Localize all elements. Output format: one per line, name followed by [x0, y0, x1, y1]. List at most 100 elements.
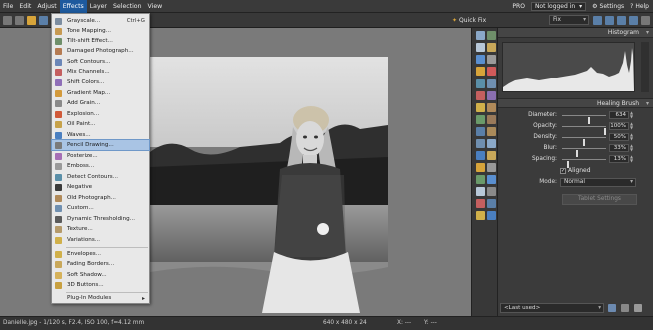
menu-item-soft-contours[interactable]: Soft Contours...	[52, 57, 149, 67]
smudge-tool-icon[interactable]	[476, 139, 485, 148]
menu-item-explosion[interactable]: Explosion...	[52, 109, 149, 119]
zoom-tool-icon[interactable]	[487, 55, 496, 64]
healing-brush-header[interactable]: Healing Brush ▾	[498, 98, 653, 108]
param-value-field[interactable]: 13%	[609, 155, 629, 163]
menu-item-tilt-shift[interactable]: Tilt-shift Effect...	[52, 36, 149, 46]
line-tool-icon[interactable]	[476, 163, 485, 172]
text-tool-icon[interactable]	[476, 103, 485, 112]
brush-tool-icon[interactable]	[476, 67, 485, 76]
param-value-field[interactable]: 50%	[609, 133, 629, 141]
dodge-tool-icon[interactable]	[476, 127, 485, 136]
fix-select[interactable]: Fix	[549, 15, 589, 25]
menu-item-old-photograph[interactable]: Old Photograph...	[52, 193, 149, 203]
rotate-tool-icon[interactable]	[487, 163, 496, 172]
blur-tool-icon[interactable]	[476, 151, 485, 160]
gradient-tool-icon[interactable]	[487, 79, 496, 88]
magic-wand-icon[interactable]	[476, 55, 485, 64]
menu-selection[interactable]: Selection	[110, 0, 145, 13]
save-icon[interactable]	[39, 15, 48, 25]
help-button[interactable]: ? Help	[630, 3, 649, 10]
menu-item-negative[interactable]: Negative	[52, 182, 149, 192]
back-icon[interactable]	[3, 15, 12, 25]
crop-tool-icon[interactable]	[476, 31, 485, 40]
spinner-icon[interactable]: ▲ ▼	[630, 144, 635, 152]
mode-select[interactable]: Normal	[560, 178, 636, 187]
delete-preset-icon[interactable]	[621, 304, 629, 312]
menu-item-gradient-map[interactable]: Gradient Map...	[52, 88, 149, 98]
menu-item-custom[interactable]: Custom...	[52, 203, 149, 213]
open-folder-icon[interactable]	[27, 15, 36, 25]
menu-item-detect-contours[interactable]: Detect Contours...	[52, 172, 149, 182]
spinner-icon[interactable]: ▲ ▼	[630, 133, 635, 141]
chevron-down-icon[interactable]: ▾	[646, 99, 649, 109]
menu-effects[interactable]: Effects	[59, 0, 87, 13]
spinner-icon[interactable]: ▲ ▼	[630, 111, 635, 119]
param-slider[interactable]	[562, 148, 606, 157]
histogram-scrollbar[interactable]	[641, 42, 649, 92]
spinner-icon[interactable]: ▲ ▼	[630, 155, 635, 163]
menu-item-envelopes[interactable]: Envelopes...	[52, 249, 149, 259]
param-slider[interactable]	[562, 137, 606, 146]
zoom-out-icon[interactable]	[605, 16, 614, 25]
shape-tool-icon[interactable]	[487, 103, 496, 112]
tablet-settings-button[interactable]: Tablet Settings	[562, 194, 637, 205]
actual-size-icon[interactable]	[629, 16, 638, 25]
menu-item-mix-channels[interactable]: Mix Channels...	[52, 67, 149, 77]
checkmark-icon[interactable]: ✓	[560, 167, 566, 174]
menu-item-grayscale[interactable]: Grayscale... Ctrl+G	[52, 16, 149, 26]
swap-colors-icon[interactable]	[476, 211, 485, 220]
burn-tool-icon[interactable]	[487, 127, 496, 136]
reset-icon[interactable]	[634, 304, 642, 312]
fit-window-icon[interactable]	[617, 16, 626, 25]
fill-tool-icon[interactable]	[476, 79, 485, 88]
straighten-tool-icon[interactable]	[487, 175, 496, 184]
settings-button[interactable]: ⚙ Settings	[592, 3, 624, 10]
clone-tool-icon[interactable]	[487, 91, 496, 100]
color-picker-icon[interactable]	[487, 151, 496, 160]
forward-icon[interactable]	[15, 15, 24, 25]
menu-item-texture[interactable]: Texture...	[52, 224, 149, 234]
chevron-down-icon[interactable]: ▾	[646, 28, 649, 38]
fullscreen-icon[interactable]	[641, 16, 650, 25]
menu-edit[interactable]: Edit	[16, 0, 34, 13]
menu-item-tone-mapping[interactable]: Tone Mapping...	[52, 26, 149, 36]
zoom-in-icon[interactable]	[593, 16, 602, 25]
menu-item-fading-borders[interactable]: Fading Borders...	[52, 259, 149, 269]
menu-item-3d-buttons[interactable]: 3D Buttons...	[52, 280, 149, 290]
menu-item-posterize[interactable]: Posterize...	[52, 151, 149, 161]
hand-tool-icon[interactable]	[476, 187, 485, 196]
menu-item-dynamic-thresholding[interactable]: Dynamic Thresholding...	[52, 214, 149, 224]
pencil-tool-icon[interactable]	[487, 115, 496, 124]
histogram-header[interactable]: Histogram ▾	[498, 28, 653, 38]
move-tool-icon[interactable]	[487, 31, 496, 40]
lasso-tool-icon[interactable]	[487, 43, 496, 52]
param-slider[interactable]	[562, 115, 606, 124]
background-color-icon[interactable]	[487, 199, 496, 208]
save-preset-icon[interactable]	[608, 304, 616, 312]
menu-layer[interactable]: Layer	[87, 0, 110, 13]
quick-fix-button[interactable]: ✦ Quick Fix	[452, 16, 486, 25]
param-slider[interactable]	[562, 126, 606, 135]
param-value-field[interactable]: 634	[609, 111, 629, 119]
sharpen-tool-icon[interactable]	[487, 139, 496, 148]
last-used-select[interactable]: <Last used>	[500, 303, 604, 313]
menu-item-damaged-photograph[interactable]: Damaged Photograph...	[52, 46, 149, 56]
menu-item-soft-shadow[interactable]: Soft Shadow...	[52, 270, 149, 280]
perspective-tool-icon[interactable]	[476, 175, 485, 184]
reset-colors-icon[interactable]	[487, 211, 496, 220]
rect-select-icon[interactable]	[476, 43, 485, 52]
param-value-field[interactable]: 33%	[609, 144, 629, 152]
spinner-icon[interactable]: ▲ ▼	[630, 122, 635, 130]
eraser-tool-icon[interactable]	[487, 67, 496, 76]
aligned-checkbox[interactable]: ✓ Aligned	[560, 167, 591, 174]
menu-item-shift-colors[interactable]: Shift Colors...	[52, 77, 149, 87]
healing-brush-icon[interactable]	[476, 115, 485, 124]
menu-view[interactable]: View	[145, 0, 166, 13]
eyedropper-icon[interactable]	[487, 187, 496, 196]
param-value-field[interactable]: 100%	[609, 122, 629, 130]
red-eye-icon[interactable]	[476, 91, 485, 100]
menu-item-oil-paint[interactable]: Oil Paint...	[52, 119, 149, 129]
menu-item-pencil-drawing[interactable]: Pencil Drawing...	[51, 139, 150, 151]
menu-file[interactable]: File	[0, 0, 16, 13]
menu-item-waves[interactable]: Waves...	[52, 130, 149, 140]
